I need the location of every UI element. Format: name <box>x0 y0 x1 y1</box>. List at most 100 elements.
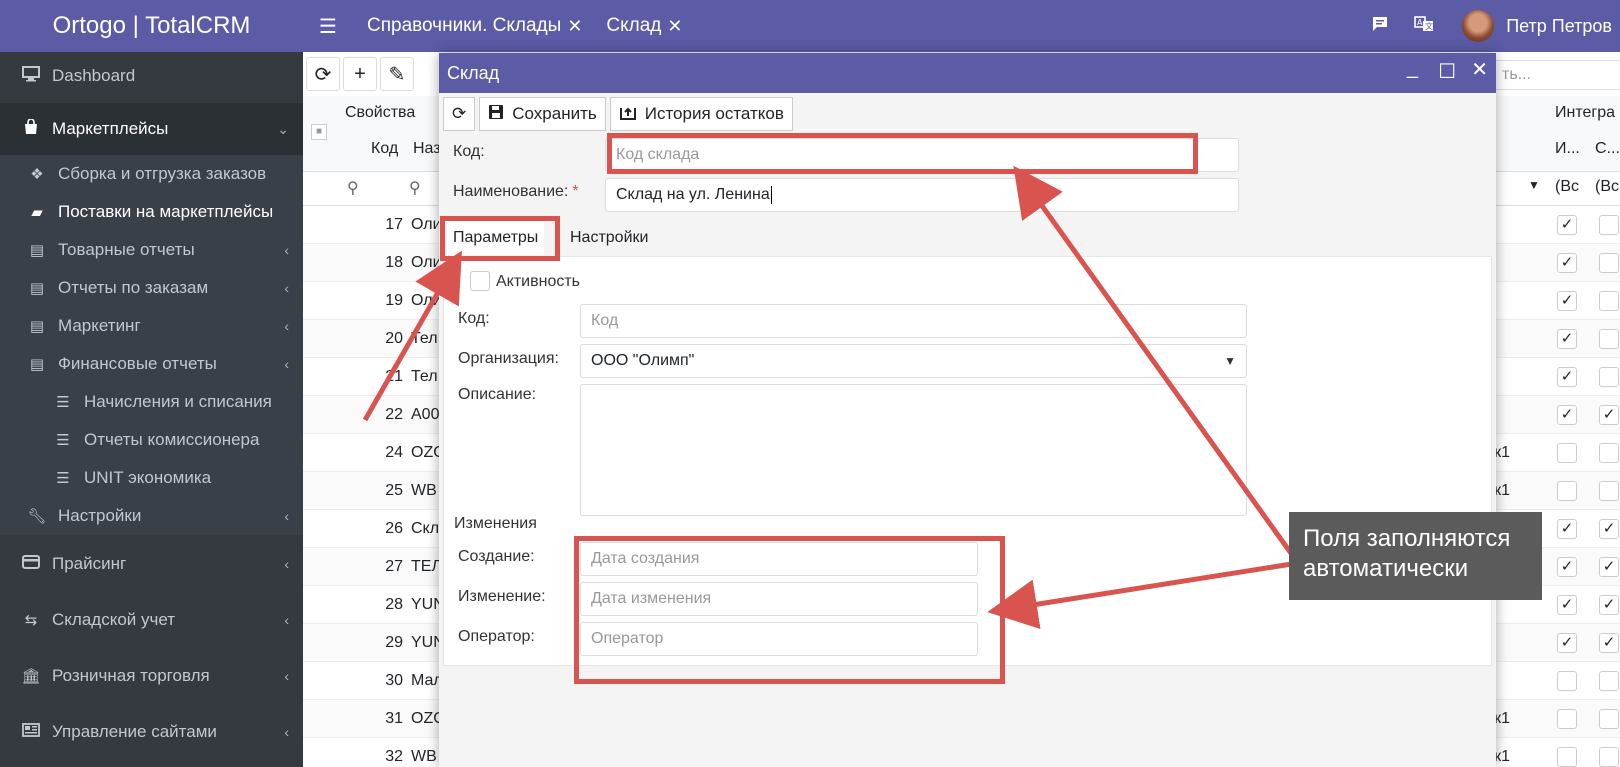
row-checkbox-s[interactable] <box>1599 443 1619 463</box>
row-checkbox-s[interactable] <box>1599 481 1619 501</box>
column-header-name[interactable]: Наз <box>413 140 441 158</box>
row-checkbox-i[interactable]: ✓ <box>1557 405 1577 425</box>
row-checkbox-s[interactable] <box>1599 291 1619 311</box>
sidebar-item-warehouse-accounting[interactable]: ⇆ Складской учет ‹ <box>0 594 303 646</box>
chevron-down-icon[interactable]: ▼ <box>1528 178 1540 192</box>
row-checkbox-i[interactable]: ✓ <box>1557 633 1577 653</box>
cell-code: 29 <box>385 634 403 651</box>
row-checkbox-i[interactable]: ✓ <box>1557 215 1577 235</box>
param-code-input[interactable]: Код <box>580 304 1247 338</box>
row-checkbox-s[interactable] <box>1599 253 1619 273</box>
column-header-code[interactable]: Код <box>371 140 398 158</box>
refresh-button[interactable]: ⟳ <box>306 57 340 91</box>
row-checkbox-i[interactable] <box>1557 481 1577 501</box>
filter-select[interactable]: (Вс <box>1555 178 1579 196</box>
organization-label: Организация: <box>458 350 559 367</box>
cell-name: Тел <box>411 330 438 347</box>
shopping-bag-icon <box>20 118 42 139</box>
sidebar-item-dashboard[interactable]: Dashboard <box>0 52 303 99</box>
hamburger-menu-icon[interactable]: ☰ <box>319 14 343 39</box>
filter-select[interactable]: (Вс <box>1595 178 1619 196</box>
row-checkbox-i[interactable] <box>1557 671 1577 691</box>
sidebar-item-retail[interactable]: 🏛︎ Розничная торговля ‹ <box>0 650 303 702</box>
refresh-button[interactable]: ⟳ <box>443 97 476 131</box>
created-label: Создание: <box>458 548 535 565</box>
tab-warehouses-directory[interactable]: Справочники. Склады ✕ <box>367 15 582 37</box>
row-checkbox-s[interactable] <box>1599 709 1619 729</box>
maximize-icon[interactable]: ☐ <box>1438 59 1456 84</box>
row-checkbox-i[interactable] <box>1557 709 1577 729</box>
description-textarea[interactable] <box>580 384 1247 516</box>
row-checkbox-s[interactable]: ✓ <box>1599 405 1619 425</box>
newspaper-icon <box>20 723 42 741</box>
row-checkbox-i[interactable] <box>1557 443 1577 463</box>
bank-icon: 🏛︎ <box>21 668 41 685</box>
row-checkbox-i[interactable] <box>1557 747 1577 767</box>
stock-history-button[interactable]: История остатков <box>609 97 793 131</box>
sidebar-item-product-reports[interactable]: ▤ Товарные отчеты ‹ <box>0 231 303 269</box>
sidebar-item-pricing[interactable]: Прайсинг ‹ <box>0 538 303 590</box>
sidebar-item-accruals[interactable]: ☰ Начисления и списания <box>0 383 303 421</box>
row-checkbox-s[interactable] <box>1599 329 1619 349</box>
cell-name: WB <box>411 748 437 765</box>
search-icon[interactable]: ⚲ <box>409 178 421 198</box>
sidebar-item-order-reports[interactable]: ▤ Отчеты по заказам ‹ <box>0 269 303 307</box>
row-checkbox-i[interactable]: ✓ <box>1557 329 1577 349</box>
sidebar-item-marketing[interactable]: ▤ Маркетинг ‹ <box>0 307 303 345</box>
row-checkbox-s[interactable]: ✓ <box>1599 557 1619 577</box>
row-checkbox-i[interactable]: ✓ <box>1557 519 1577 539</box>
minimize-icon[interactable]: _ <box>1407 57 1418 80</box>
add-button[interactable]: + <box>343 57 377 91</box>
active-checkbox[interactable] <box>470 271 490 291</box>
chat-icon[interactable] <box>1358 15 1402 38</box>
chevron-left-icon: ‹ <box>284 724 289 740</box>
row-checkbox-s[interactable]: ✓ <box>1599 595 1619 615</box>
row-checkbox-s[interactable] <box>1599 671 1619 691</box>
cell-name: Скл <box>411 520 440 537</box>
tab-warehouse[interactable]: Склад ✕ <box>606 15 682 37</box>
changes-header: Изменения <box>454 515 537 532</box>
floppy-disk-icon <box>488 104 504 125</box>
row-checkbox-i[interactable]: ✓ <box>1557 291 1577 311</box>
warehouse-name-input[interactable]: Склад на ул. Ленина <box>605 178 1239 212</box>
row-checkbox-i[interactable]: ✓ <box>1557 557 1577 577</box>
row-checkbox-s[interactable]: ✓ <box>1599 519 1619 539</box>
sidebar-item-commission-reports[interactable]: ☰ Отчеты комиссионера <box>0 421 303 459</box>
select-all-checkbox[interactable]: ■ <box>311 124 327 140</box>
edit-button[interactable]: ✎ <box>380 57 414 91</box>
search-icon[interactable]: ⚲ <box>347 178 359 198</box>
close-icon[interactable]: ✕ <box>667 16 682 37</box>
row-checkbox-s[interactable]: ✓ <box>1599 633 1619 653</box>
translate-icon[interactable]: A文 <box>1402 15 1446 38</box>
sidebar-item-financial-reports[interactable]: ▤ Финансовые отчеты ‹ <box>0 345 303 383</box>
user-name[interactable]: Петр Петров <box>1506 16 1612 37</box>
close-icon[interactable]: ✕ <box>1471 57 1488 82</box>
column-header-s[interactable]: С... <box>1595 140 1620 158</box>
modal-titlebar[interactable]: Склад _ ☐ ✕ <box>439 53 1496 93</box>
tab-settings[interactable]: Настройки <box>564 221 654 255</box>
sidebar-item-unit-economics[interactable]: ☰ UNIT экономика <box>0 459 303 497</box>
row-checkbox-i[interactable]: ✓ <box>1557 253 1577 273</box>
sidebar-item-marketplaces[interactable]: Маркетплейсы ⌄ <box>0 103 303 155</box>
sidebar-item-site-management[interactable]: Управление сайтами ‹ <box>0 706 303 758</box>
column-header-i[interactable]: И... <box>1555 140 1580 158</box>
row-checkbox-i[interactable]: ✓ <box>1557 367 1577 387</box>
required-marker: * <box>572 183 579 200</box>
row-checkbox-i[interactable]: ✓ <box>1557 595 1577 615</box>
save-button[interactable]: Сохранить <box>479 97 606 131</box>
sidebar-item-marketplace-supplies[interactable]: ▰ Поставки на маркетплейсы <box>0 193 303 231</box>
chevron-left-icon: ‹ <box>284 668 289 684</box>
organization-select[interactable]: ООО "Олимп" ▼ <box>580 344 1247 378</box>
sidebar-item-settings[interactable]: 🔧︎ Настройки ‹ <box>0 497 303 535</box>
sidebar-item-label: Управление сайтами <box>52 722 217 741</box>
close-icon[interactable]: ✕ <box>567 16 582 37</box>
cell-code: 31 <box>385 710 403 727</box>
cell-code: 28 <box>385 596 403 613</box>
grid-search-input[interactable]: ть... <box>1493 60 1620 90</box>
row-checkbox-s[interactable] <box>1599 747 1619 767</box>
app-title[interactable]: Ortogo | TotalCRM <box>0 0 303 52</box>
avatar[interactable] <box>1462 10 1495 42</box>
sidebar-item-order-assembly[interactable]: ❖ Сборка и отгрузка заказов <box>0 155 303 193</box>
row-checkbox-s[interactable] <box>1599 367 1619 387</box>
row-checkbox-s[interactable] <box>1599 215 1619 235</box>
